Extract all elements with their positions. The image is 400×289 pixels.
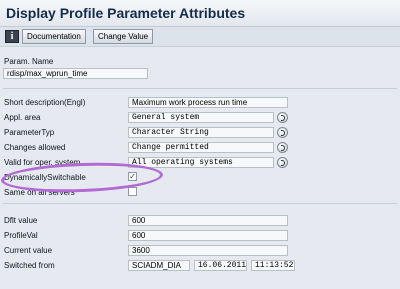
changes-allowed-help-icon[interactable] [277, 142, 288, 153]
default-value-field[interactable]: 600 [128, 215, 288, 226]
param-name-label: Param. Name [4, 57, 54, 66]
changes-allowed-label: Changes allowed [4, 143, 66, 152]
parameter-type-label: ParameterTyp [4, 128, 55, 137]
switched-user-field[interactable]: SCIADM_DIA [128, 260, 190, 271]
section-divider [3, 88, 397, 89]
current-value-label: Current value [4, 246, 53, 255]
section-divider [3, 203, 397, 204]
switched-time-field[interactable]: 11:13:52 [251, 260, 295, 271]
parameter-type-help-icon[interactable] [277, 127, 288, 138]
bottom-area [0, 273, 400, 289]
switched-from-label: Switched from [4, 261, 55, 270]
short-description-field[interactable]: Maximum work process run time [128, 97, 288, 108]
changes-allowed-field[interactable]: Change permitted [128, 142, 274, 153]
appl-area-field[interactable]: General system [128, 112, 274, 123]
info-icon[interactable]: i [5, 30, 19, 43]
current-value-field[interactable]: 3600 [128, 245, 288, 256]
parameter-type-field[interactable]: Character String [128, 127, 274, 138]
param-name-field[interactable]: rdisp/max_wprun_time [3, 68, 148, 79]
window-titlebar: Display Profile Parameter Attributes [0, 0, 400, 27]
appl-area-help-icon[interactable] [277, 112, 288, 123]
page-title: Display Profile Parameter Attributes [6, 5, 246, 21]
appl-area-label: Appl. area [4, 113, 41, 122]
profile-value-field[interactable]: 600 [128, 230, 288, 241]
same-on-all-servers-checkbox[interactable] [128, 187, 137, 196]
profile-value-label: ProfileVal [4, 231, 38, 240]
documentation-button[interactable]: Documentation [22, 29, 86, 44]
switched-date-field[interactable]: 16.06.2011 [194, 260, 247, 271]
short-description-label: Short description(Engl) [4, 98, 86, 107]
application-toolbar: i Documentation Change Value [0, 27, 400, 47]
default-value-label: Dflt value [4, 216, 38, 225]
valid-os-help-icon[interactable] [277, 157, 288, 168]
change-value-button[interactable]: Change Value [93, 29, 154, 44]
